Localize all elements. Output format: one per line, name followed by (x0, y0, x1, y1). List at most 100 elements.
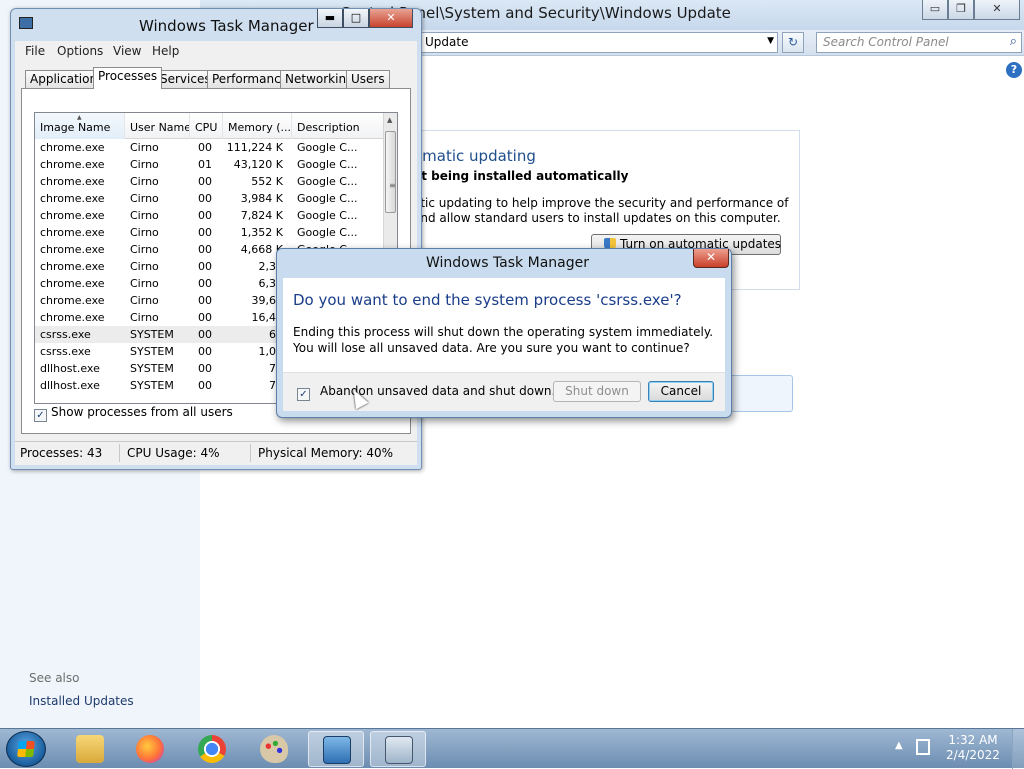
column-memory[interactable]: Memory (... (223, 113, 292, 139)
table-row[interactable]: chrome.exe Cirno 00 3,984 K Google C... (35, 190, 385, 207)
taskbar: ▲ 1:32 AM 2/4/2022 (0, 728, 1024, 769)
taskbar-firefox[interactable] (122, 731, 178, 767)
clock[interactable]: 1:32 AM 2/4/2022 (942, 733, 1004, 763)
grip-icon: ≡ (389, 181, 396, 190)
tray-expand-icon[interactable]: ▲ (895, 740, 903, 751)
task-manager-title: Windows Task Manager (139, 17, 314, 35)
taskbar-paint[interactable] (246, 731, 302, 767)
cell-user-name: Cirno (130, 209, 159, 222)
table-row[interactable]: chrome.exe Cirno 00 1,352 K Google C... (35, 224, 385, 241)
cell-user-name: SYSTEM (130, 362, 174, 375)
column-user-name[interactable]: User Name (125, 113, 190, 139)
firefox-icon (136, 735, 164, 763)
menu-file[interactable]: File (25, 44, 45, 58)
cell-image-name: chrome.exe (40, 260, 105, 273)
cell-cpu: 00 (198, 175, 212, 188)
table-row[interactable]: chrome.exe Cirno 00 7,824 K Google C... (35, 207, 385, 224)
cell-image-name: chrome.exe (40, 209, 105, 222)
cell-cpu: 00 (198, 294, 212, 307)
tab-processes[interactable]: Processes (93, 67, 163, 89)
scroll-thumb[interactable]: ≡ (385, 131, 396, 213)
cell-image-name: chrome.exe (40, 294, 105, 307)
network-icon[interactable] (916, 739, 930, 755)
cell-image-name: chrome.exe (40, 175, 105, 188)
taskbar-explorer[interactable] (62, 731, 118, 767)
column-cpu[interactable]: CPU (190, 113, 223, 139)
dialog-message: Ending this process will shut down the o… (293, 325, 714, 355)
taskbar-task-manager[interactable] (370, 731, 426, 767)
paint-icon (260, 735, 288, 763)
cell-description: Google C... (297, 141, 358, 154)
column-description[interactable]: Description (292, 113, 385, 139)
menu-help[interactable]: Help (152, 44, 179, 58)
cell-user-name: Cirno (130, 243, 159, 256)
cell-image-name: chrome.exe (40, 243, 105, 256)
search-placeholder: Search Control Panel (823, 35, 949, 49)
chevron-down-icon[interactable]: ▼ (767, 36, 774, 46)
minimize-button[interactable]: ▬ (317, 9, 343, 28)
cell-user-name: SYSTEM (130, 345, 174, 358)
clock-date: 2/4/2022 (946, 748, 1000, 762)
show-all-label: Show processes from all users (51, 405, 233, 419)
close-button[interactable]: ✕ (974, 0, 1020, 20)
dialog-title: Windows Task Manager (426, 255, 589, 271)
cell-memory: 1,352 K (240, 226, 283, 239)
search-icon[interactable]: ⌕ (1010, 34, 1017, 49)
menu-view[interactable]: View (113, 44, 141, 58)
column-image-name[interactable]: ▲ Image Name (35, 113, 125, 139)
cell-memory: 7,824 K (240, 209, 283, 222)
checkbox-checked-icon[interactable]: ✓ (34, 409, 47, 422)
dialog-close-button[interactable]: ✕ (693, 249, 729, 268)
table-row[interactable]: chrome.exe Cirno 01 43,120 K Google C... (35, 156, 385, 173)
task-manager-icon (385, 736, 413, 764)
cell-cpu: 00 (198, 260, 212, 273)
shut-down-button[interactable]: Shut down (553, 381, 641, 402)
checkbox-checked-icon[interactable]: ✓ (297, 388, 310, 401)
start-button[interactable] (6, 731, 46, 767)
show-all-processes-checkbox[interactable]: ✓ Show processes from all users (34, 405, 233, 422)
table-row[interactable]: chrome.exe Cirno 00 111,224 K Google C... (35, 139, 385, 156)
tab-users[interactable]: Users (346, 70, 390, 88)
cell-image-name: chrome.exe (40, 141, 105, 154)
minimize-button[interactable]: ▭ (922, 0, 948, 20)
cell-image-name: csrss.exe (40, 345, 91, 358)
taskbar-chrome[interactable] (184, 731, 240, 767)
table-row[interactable]: chrome.exe Cirno 00 552 K Google C... (35, 173, 385, 190)
maximize-button[interactable]: □ (343, 9, 369, 28)
cell-image-name: chrome.exe (40, 158, 105, 171)
status-divider (250, 444, 251, 462)
status-divider (119, 444, 120, 462)
help-icon[interactable]: ? (1006, 62, 1022, 78)
cell-user-name: Cirno (130, 311, 159, 324)
cell-image-name: dllhost.exe (40, 362, 100, 375)
cell-user-name: Cirno (130, 226, 159, 239)
refresh-icon[interactable]: ↻ (782, 32, 804, 53)
installed-updates-link[interactable]: Installed Updates (29, 694, 134, 708)
status-cpu: CPU Usage: 4% (127, 446, 220, 460)
address-bar[interactable]: Update ▼ (420, 32, 778, 53)
close-button[interactable]: ✕ (369, 9, 413, 28)
task-manager-titlebar[interactable]: Windows Task Manager ▬ □ ✕ (11, 9, 421, 41)
cell-cpu: 00 (198, 328, 212, 341)
cell-user-name: Cirno (130, 141, 159, 154)
search-input[interactable]: Search Control Panel ⌕ (816, 32, 1022, 53)
menu-options[interactable]: Options (57, 44, 103, 58)
restore-button[interactable]: ❐ (948, 0, 974, 20)
scroll-up-icon[interactable]: ▲ (387, 116, 392, 124)
cell-cpu: 01 (198, 158, 212, 171)
cell-memory: 3,984 K (240, 192, 283, 205)
explorer-icon (76, 735, 104, 763)
cell-cpu: 00 (198, 243, 212, 256)
wu-status: ot being installed automatically (413, 169, 629, 183)
taskbar-control-panel[interactable] (308, 731, 364, 767)
show-desktop-button[interactable] (1012, 729, 1024, 769)
abandon-data-checkbox[interactable]: ✓ Abandon unsaved data and shut down. (297, 384, 555, 401)
status-processes: Processes: 43 (20, 446, 103, 460)
cell-image-name: chrome.exe (40, 192, 105, 205)
cancel-button[interactable]: Cancel (648, 381, 714, 402)
cell-memory: 111,224 K (226, 141, 283, 154)
cell-image-name: chrome.exe (40, 277, 105, 290)
clock-time: 1:32 AM (948, 733, 998, 747)
cell-user-name: Cirno (130, 175, 159, 188)
task-manager-app-icon (19, 17, 33, 29)
